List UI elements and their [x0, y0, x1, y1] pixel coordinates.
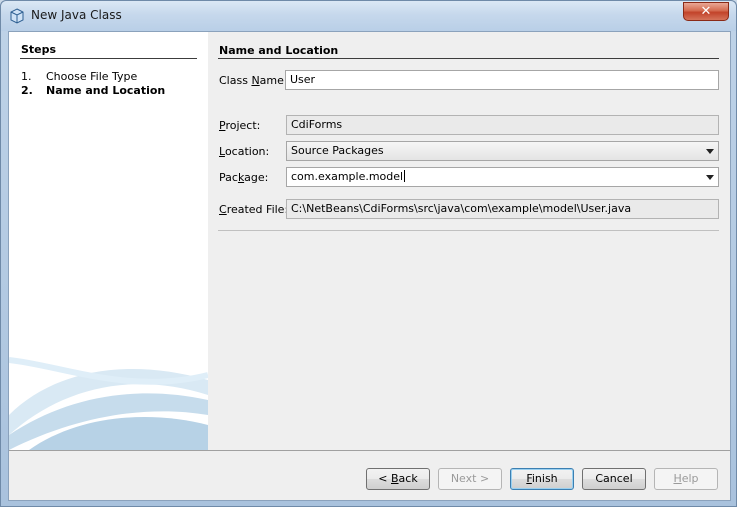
- cancel-button[interactable]: Cancel: [582, 468, 646, 490]
- step-name-and-location: 2. Name and Location: [21, 84, 165, 97]
- steps-panel: Steps 1. Choose File Type 2. Name and Loca…: [9, 32, 208, 450]
- help-button[interactable]: Help: [654, 468, 718, 490]
- step-label: Name and Location: [46, 84, 166, 97]
- next-button[interactable]: Next >: [438, 468, 502, 490]
- netbeans-cube-icon: [10, 8, 24, 24]
- step-label: Choose File Type: [46, 70, 138, 83]
- dialog-window: New Java Class ✕ Steps 1. Choose File Typ…: [0, 0, 737, 507]
- dialog-client: Steps 1. Choose File Type 2. Name and Loca…: [8, 31, 731, 501]
- name-location-panel: Name and Location Class Name: User Proje…: [208, 32, 730, 450]
- class-name-input[interactable]: User: [285, 70, 719, 90]
- step-number: 1.: [21, 70, 32, 83]
- created-file-label: Created File:: [219, 203, 289, 216]
- project-field: CdiForms: [286, 115, 719, 135]
- package-label: Package:: [219, 171, 269, 184]
- steps-title: Steps: [21, 43, 57, 56]
- project-label: Project:: [219, 119, 261, 132]
- created-file-field: C:\NetBeans\CdiForms\src\java\com\exampl…: [286, 199, 719, 219]
- back-button[interactable]: < Back: [366, 468, 430, 490]
- close-button[interactable]: ✕: [683, 2, 729, 21]
- package-combo-input[interactable]: com.example.model: [286, 167, 719, 187]
- content-divider: [218, 230, 719, 231]
- location-selected-value: Source Packages: [291, 144, 384, 157]
- footer-separator: [9, 450, 730, 451]
- step-number: 2.: [21, 84, 33, 97]
- chevron-down-icon[interactable]: [706, 149, 714, 154]
- location-label: Location:: [219, 145, 270, 158]
- location-dropdown[interactable]: Source Packages: [286, 141, 719, 161]
- step-choose-file-type: 1. Choose File Type: [21, 70, 137, 83]
- close-icon: ✕: [700, 4, 712, 19]
- package-value: com.example.model: [291, 170, 404, 183]
- chevron-down-icon[interactable]: [706, 175, 714, 180]
- title-bar[interactable]: New Java Class ✕: [1, 1, 736, 31]
- finish-button[interactable]: Finish: [510, 468, 574, 490]
- text-cursor: [404, 170, 406, 182]
- section-title: Name and Location: [219, 44, 339, 57]
- window-title: New Java Class: [31, 8, 122, 22]
- section-divider: [218, 58, 719, 59]
- decorative-swoosh-graphic: [9, 357, 208, 450]
- class-name-label: Class Name:: [219, 74, 288, 87]
- steps-divider: [20, 58, 197, 59]
